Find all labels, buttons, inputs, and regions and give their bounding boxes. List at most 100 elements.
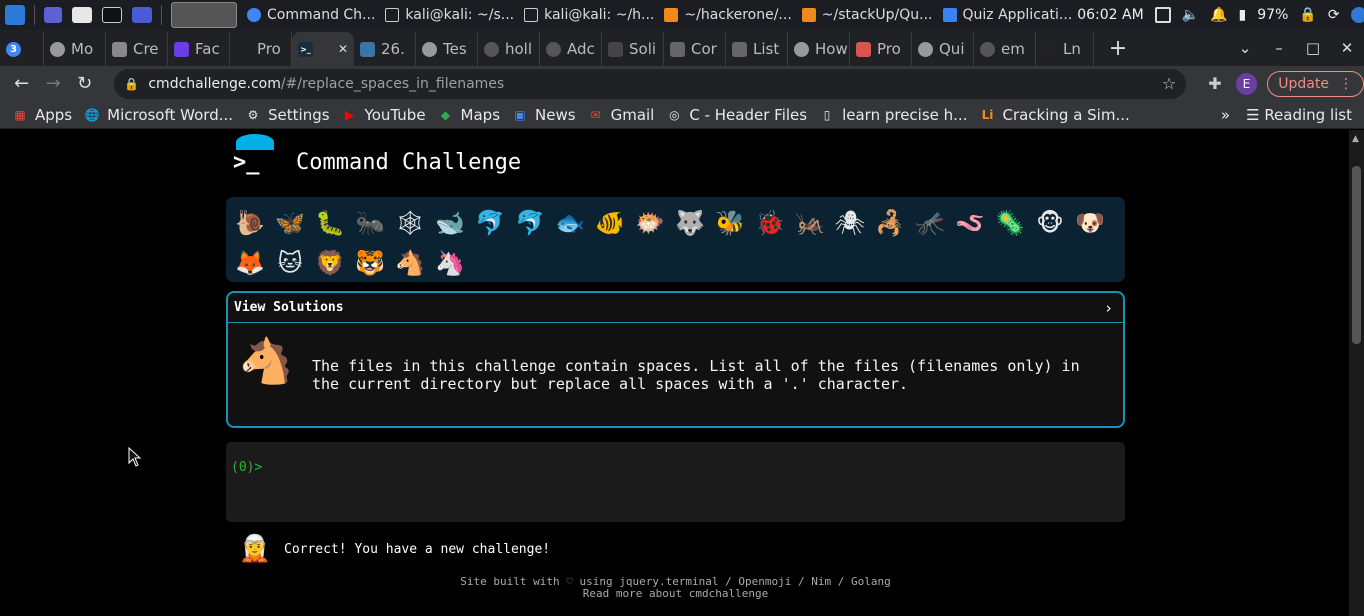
profile-avatar[interactable]: E xyxy=(1235,72,1258,95)
clock[interactable]: 06:02 AM xyxy=(1077,7,1143,23)
browser-tab-active[interactable]: >_ ✕ xyxy=(292,32,354,66)
animal-progress-icon[interactable]: 🐟 xyxy=(550,203,590,243)
bookmark-cracking[interactable]: Li Cracking a Sim... xyxy=(979,106,1130,124)
power-icon[interactable] xyxy=(1350,7,1364,23)
workspace-icon[interactable] xyxy=(44,7,62,23)
browser-tab[interactable]: Tes xyxy=(416,32,478,66)
bookmark-youtube[interactable]: ▶ YouTube xyxy=(342,106,426,124)
browser-tab[interactable]: List xyxy=(726,32,788,66)
animal-progress-icon[interactable]: 🦗 xyxy=(790,203,830,243)
animal-progress-icon[interactable]: 🦊 xyxy=(230,243,270,283)
view-solutions-toggle[interactable]: View Solutions › xyxy=(228,293,1123,323)
browser-tab[interactable]: Pro xyxy=(850,32,912,66)
extensions-puzzle-icon[interactable]: ✚ xyxy=(1208,74,1221,93)
browser-tab[interactable]: em xyxy=(974,32,1036,66)
taskbar-window-terminal-1[interactable]: kali@kali: ~/s... xyxy=(380,0,519,30)
bookmark-star-icon[interactable]: ☆ xyxy=(1162,74,1176,93)
tab-search-icon[interactable]: ⌄ xyxy=(1228,39,1262,57)
animal-progress-icon[interactable]: 🐴 xyxy=(390,243,430,283)
terminal-icon[interactable] xyxy=(102,7,122,23)
animal-progress-icon[interactable]: 🐵 xyxy=(1030,203,1070,243)
forward-button[interactable]: → xyxy=(37,73,68,94)
animal-progress-icon[interactable]: 🐬 xyxy=(510,203,550,243)
animal-progress-icon[interactable]: 🐝 xyxy=(710,203,750,243)
bookmarks-overflow-icon[interactable]: » xyxy=(1221,106,1230,124)
close-window-button[interactable]: ✕ xyxy=(1330,39,1364,57)
animal-progress-icon[interactable]: 🦂 xyxy=(870,203,910,243)
animal-progress-icon[interactable]: 🐡 xyxy=(630,203,670,243)
browser-tab[interactable]: Adc xyxy=(540,32,602,66)
animal-progress-icon[interactable]: 🕷 xyxy=(830,203,870,243)
lock-icon[interactable]: 🔒 xyxy=(1299,7,1316,23)
terminal-logo-icon[interactable]: >_ xyxy=(233,136,275,176)
chrome-workspace-icon[interactable] xyxy=(171,2,237,28)
animal-progress-icon[interactable]: 🐯 xyxy=(350,243,390,283)
screen-recorder-icon[interactable] xyxy=(132,7,152,23)
browser-tab[interactable]: Soli xyxy=(602,32,664,66)
browser-tab[interactable]: Mo xyxy=(44,32,106,66)
scroll-up-icon[interactable]: ▲ xyxy=(1352,134,1359,144)
animal-progress-icon[interactable]: 🐬 xyxy=(470,203,510,243)
back-button[interactable]: ← xyxy=(6,73,37,94)
taskbar-window-chrome[interactable]: Command Ch... xyxy=(242,0,380,30)
battery-icon[interactable]: ▮ xyxy=(1239,7,1247,23)
bookmark-c-header-files[interactable]: ◎ C - Header Files xyxy=(666,106,807,124)
volume-icon[interactable]: 🔈 xyxy=(1182,7,1199,23)
animal-progress-icon[interactable]: 🐛 xyxy=(310,203,350,243)
terminal-input[interactable]: (0)> xyxy=(226,442,1125,522)
browser-tab[interactable]: Pro xyxy=(230,32,292,66)
browser-tab[interactable]: How xyxy=(788,32,850,66)
animal-progress-icon[interactable]: 🐶 xyxy=(1070,203,1110,243)
close-tab-icon[interactable]: ✕ xyxy=(338,42,348,56)
reload-button[interactable]: ↻ xyxy=(69,73,100,94)
animal-progress-icon[interactable]: 🕸 xyxy=(390,203,430,243)
browser-tab[interactable]: 3 xyxy=(0,32,44,66)
minimize-button[interactable]: – xyxy=(1262,39,1296,57)
update-button[interactable]: Update ⋮ xyxy=(1267,70,1364,97)
bookmark-gmail[interactable]: ✉ Gmail xyxy=(588,106,655,124)
animal-progress-icon[interactable]: 🐌 xyxy=(230,203,270,243)
taskbar-window-sublime-2[interactable]: ~/stackUp/Qu... xyxy=(797,0,938,30)
animal-progress-icon[interactable]: 🦄 xyxy=(430,243,470,283)
taskbar-window-terminal-2[interactable]: kali@kali: ~/h... xyxy=(519,0,659,30)
browser-tab[interactable]: Qui xyxy=(912,32,974,66)
refresh-icon[interactable]: ⟳ xyxy=(1328,7,1340,23)
bookmark-apps[interactable]: ▦ Apps xyxy=(12,106,72,124)
animal-progress-icon[interactable]: 🐋 xyxy=(430,203,470,243)
browser-tab[interactable]: Cor xyxy=(664,32,726,66)
maximize-button[interactable]: □ xyxy=(1296,39,1330,57)
page-scrollbar[interactable]: ▲ xyxy=(1349,130,1364,616)
footer-about-link[interactable]: Read more about cmdchallenge xyxy=(226,588,1125,600)
browser-tab[interactable]: Fac xyxy=(168,32,230,66)
browser-tab[interactable]: 26. xyxy=(354,32,416,66)
bookmark-maps[interactable]: ◆ Maps xyxy=(438,106,500,124)
animal-progress-icon[interactable]: 🐜 xyxy=(350,203,390,243)
lock-icon[interactable]: 🔒 xyxy=(124,77,139,91)
address-bar[interactable]: 🔒 cmdchallenge.com/#/replace_spaces_in_f… xyxy=(114,68,1187,99)
files-icon[interactable] xyxy=(72,7,92,23)
animal-progress-icon[interactable]: 🦟 xyxy=(910,203,950,243)
bookmark-news[interactable]: ▣ News xyxy=(512,106,575,124)
screen-icon[interactable] xyxy=(1154,7,1171,23)
animal-progress-icon[interactable]: 🐱 xyxy=(270,243,310,283)
kali-menu-icon[interactable] xyxy=(5,5,25,25)
scrollbar-thumb[interactable] xyxy=(1352,166,1361,344)
taskbar-window-folder[interactable]: Quiz Applicati... xyxy=(938,0,1078,30)
notification-bell-icon[interactable]: 🔔 xyxy=(1210,7,1227,23)
bookmark-learn-precise[interactable]: ▯ learn precise h... xyxy=(819,106,968,124)
taskbar-window-sublime-1[interactable]: ~/hackerone/... xyxy=(659,0,796,30)
animal-progress-icon[interactable]: 🦋 xyxy=(270,203,310,243)
new-tab-button[interactable]: + xyxy=(1104,36,1132,61)
browser-tab[interactable]: Ln xyxy=(1036,32,1094,66)
animal-progress-icon[interactable]: 🐺 xyxy=(670,203,710,243)
browser-tab[interactable]: holl xyxy=(478,32,540,66)
bookmark-settings[interactable]: ⚙ Settings xyxy=(245,106,330,124)
reading-list-button[interactable]: ☰ Reading list xyxy=(1246,106,1352,124)
animal-progress-icon[interactable]: 🦁 xyxy=(310,243,350,283)
animal-progress-icon[interactable]: 🦠 xyxy=(990,203,1030,243)
animal-progress-icon[interactable]: 🐠 xyxy=(590,203,630,243)
animal-progress-icon[interactable]: 🐞 xyxy=(750,203,790,243)
browser-tab[interactable]: Cre xyxy=(106,32,168,66)
animal-progress-icon[interactable]: 🪱 xyxy=(950,203,990,243)
bookmark-microsoft-word[interactable]: 🌐 Microsoft Word... xyxy=(84,106,233,124)
